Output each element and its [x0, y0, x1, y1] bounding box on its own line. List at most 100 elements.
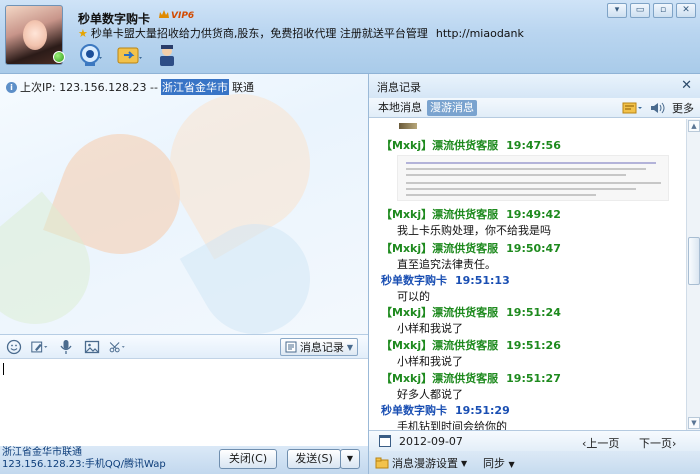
input-toolbar: 消息记录 ▼ [0, 334, 368, 358]
minimize-button[interactable]: ▭ [630, 3, 650, 18]
message-history-panel: 消息记录 ✕ 本地消息 漫游消息 更多 【Mxkj】漂流供货客服 19:47:56… [368, 74, 700, 474]
send-options-dropdown[interactable]: ▼ [340, 449, 360, 469]
ip-prefix: 上次IP: 123.156.128.23 -- [20, 81, 158, 94]
message-time: 19:51:27 [506, 372, 561, 385]
chevron-down-icon: ▼ [508, 460, 515, 469]
security-guard-icon[interactable] [152, 42, 182, 68]
close-window-button[interactable]: ✕ [676, 3, 696, 18]
history-tools: 更多 [622, 100, 694, 116]
roam-settings-button[interactable]: 消息漫游设置 ▼ [375, 455, 467, 471]
image-text-line [406, 182, 661, 184]
message-body: 好多人都说了 [397, 388, 463, 401]
list-item: 秒单数字购卡 19:51:29 [381, 402, 510, 418]
skin-menu-button[interactable]: ▾ [607, 3, 627, 18]
text-caret [3, 363, 4, 375]
message-body: 小样和我说了 [397, 355, 463, 368]
tab-roam-messages[interactable]: 漫游消息 [427, 100, 477, 116]
screenshot-scissors-icon[interactable] [109, 338, 127, 356]
ip-isp: 联通 [232, 81, 254, 94]
message-time: 19:51:24 [506, 306, 561, 319]
message-time: 19:51:29 [455, 404, 510, 417]
message-sender: 秒单数字购卡 [381, 274, 447, 287]
message-input[interactable] [0, 358, 368, 446]
message-sender: 【Mxkj】漂流供货客服 [381, 208, 499, 221]
embedded-image[interactable] [397, 155, 669, 201]
list-item: 【Mxkj】漂流供货客服 19:51:24 [381, 304, 561, 320]
scrollbar-thumb[interactable] [688, 237, 700, 285]
message-body: 小样和我说了 [397, 322, 463, 335]
image-text-line [406, 188, 636, 190]
image-text-line [406, 162, 656, 164]
history-title: 消息记录 [369, 74, 700, 98]
history-date[interactable]: 2012-09-07 [399, 435, 463, 448]
next-page-link[interactable]: 下一页› [639, 435, 676, 451]
message-body: 手机钻到时间会给你的 [397, 420, 507, 430]
chat-display-area[interactable]: i 上次IP: 123.156.128.23 -- 浙江省金华市 联通 [0, 74, 368, 334]
message-time: 19:47:56 [506, 139, 561, 152]
more-link[interactable]: 更多 [672, 100, 694, 116]
chat-footer: 浙江省金华市联通 123.156.128.23:手机QQ/腾讯Wap 关闭(C)… [0, 446, 368, 474]
history-scrollbar[interactable]: ▲ ▼ [686, 119, 700, 430]
signature-text: 秒单卡盟大量招收给力供货商,股东，免费招收代理 注册就送平台管理 [90, 27, 428, 40]
image-thumbnail [399, 123, 417, 129]
speaker-icon[interactable] [650, 101, 666, 115]
last-ip-info: i 上次IP: 123.156.128.23 -- 浙江省金华市 联通 [6, 79, 254, 95]
history-tool-icon[interactable] [622, 101, 644, 115]
message-time: 19:50:47 [506, 242, 561, 255]
message-log-icon [285, 341, 297, 353]
message-sender: 【Mxkj】漂流供货客服 [381, 372, 499, 385]
send-button[interactable]: 发送(S) [287, 449, 341, 469]
transfer-file-icon[interactable] [114, 42, 144, 68]
message-time: 19:51:26 [506, 339, 561, 352]
tab-local-messages[interactable]: 本地消息 [375, 100, 425, 116]
list-item: 【Mxkj】漂流供货客服 19:49:42 [381, 206, 561, 222]
calendar-icon[interactable] [379, 435, 391, 447]
list-item: 秒单数字购卡 19:51:13 [381, 272, 510, 288]
folder-icon [375, 457, 389, 469]
scroll-up-arrow-icon[interactable]: ▲ [688, 120, 700, 132]
list-item: 【Mxkj】漂流供货客服 19:51:26 [381, 337, 561, 353]
history-footer: 消息漫游设置 ▼ 同步 ▼ [369, 451, 700, 474]
history-date-bar: 2012-09-07 ‹上一页 下一页› [369, 430, 700, 451]
header-toolbar [76, 42, 182, 68]
font-edit-icon[interactable] [31, 338, 49, 356]
video-call-icon[interactable] [76, 42, 106, 68]
chat-window-header: 秒单数字购卡 VIP6 ★ 秒单卡盟大量招收给力供货商,股东，免费招收代理 注册就… [0, 0, 700, 74]
close-button[interactable]: 关闭(C) [219, 449, 277, 469]
vip-badge: VIP6 [171, 11, 195, 21]
list-item: 【Mxkj】漂流供货客服 19:50:47 [381, 240, 561, 256]
image-text-line [406, 174, 626, 176]
sync-button[interactable]: 同步 ▼ [483, 455, 515, 471]
message-sender: 【Mxkj】漂流供货客服 [381, 339, 499, 352]
contact-signature: ★ 秒单卡盟大量招收给力供货商,股东，免费招收代理 注册就送平台管理 http://… [78, 25, 524, 41]
message-sender: 【Mxkj】漂流供货客服 [381, 139, 499, 152]
maximize-button[interactable]: ▫ [653, 3, 673, 18]
list-item: 【Mxkj】漂流供货客服 19:47:56 [381, 137, 561, 153]
signature-url: http://miaodank [435, 27, 524, 40]
ip-location: 浙江省金华市 [161, 79, 229, 95]
window-controls: ▾ ▭ ▫ ✕ [607, 3, 696, 18]
star-icon: ★ [78, 27, 88, 40]
message-sender: 秒单数字购卡 [381, 404, 447, 417]
contact-status-info: 浙江省金华市联通 123.156.128.23:手机QQ/腾讯Wap [2, 447, 166, 471]
status-location: 浙江省金华市联通 [2, 447, 82, 458]
message-log-button[interactable]: 消息记录 ▼ [279, 338, 358, 356]
scroll-down-arrow-icon[interactable]: ▼ [688, 417, 700, 429]
emoji-icon[interactable] [5, 338, 23, 356]
sync-label: 同步 [483, 457, 505, 470]
history-message-list: 【Mxkj】漂流供货客服 19:47:56 【Mxkj】漂流供货客服 19:49:4… [369, 119, 686, 430]
list-item: 【Mxkj】漂流供货客服 19:51:27 [381, 370, 561, 386]
close-icon[interactable]: ✕ [681, 78, 692, 93]
roam-settings-label: 消息漫游设置 [392, 457, 458, 470]
online-status-icon [53, 51, 65, 63]
message-sender: 【Mxkj】漂流供货客服 [381, 306, 499, 319]
status-ip-client: 123.156.128.23:手机QQ/腾讯Wap [2, 459, 166, 470]
vip-crown-icon [159, 10, 169, 18]
message-body: 可以的 [397, 290, 430, 303]
info-icon: i [6, 81, 17, 93]
chevron-down-icon: ▼ [346, 342, 353, 352]
image-icon[interactable] [83, 338, 101, 356]
voice-icon[interactable] [57, 338, 75, 356]
message-body: 我上卡乐购处理，你不给我是吗 [397, 224, 551, 237]
prev-page-link[interactable]: ‹上一页 [582, 435, 619, 451]
